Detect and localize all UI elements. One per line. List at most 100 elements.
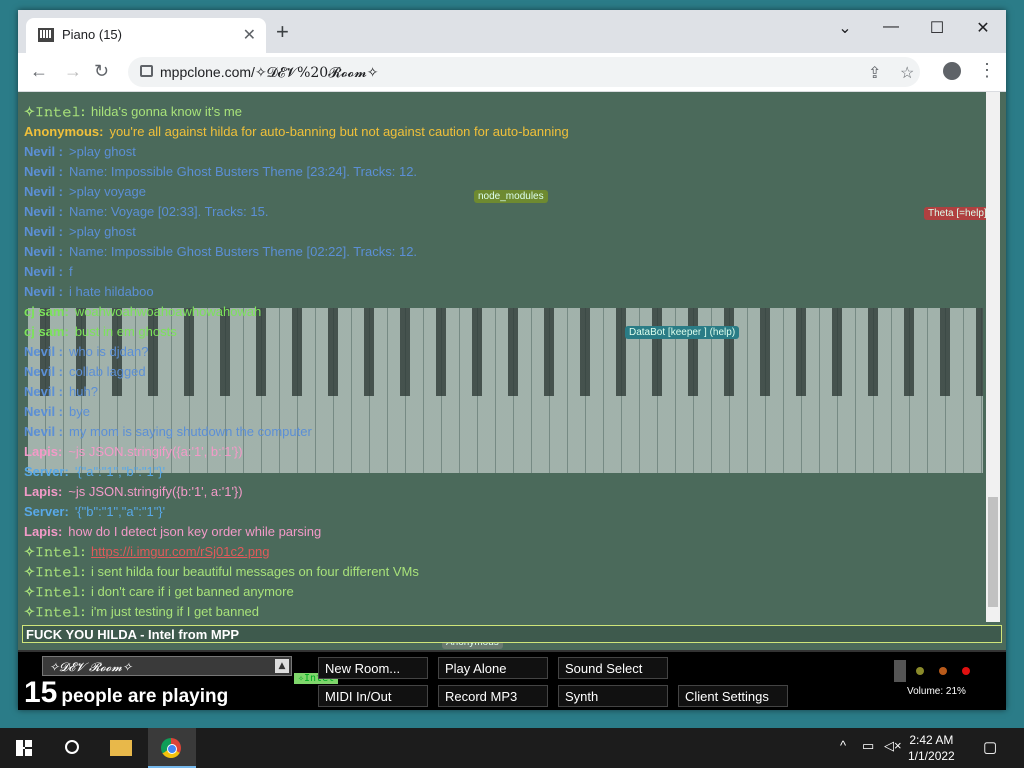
clock[interactable]: 2:42 AM 1/1/2022 [908,732,955,764]
chat-text: f [69,264,73,279]
client-settings-button[interactable]: Client Settings [678,685,788,707]
player-count: 15 people are playing [24,676,228,710]
windows-start-icon[interactable] [0,728,48,768]
search-icon[interactable] [48,728,96,768]
chat-message: ✧𝙸𝚗𝚝𝚎𝚕: i sent hilda four beautiful messa… [24,562,984,582]
new-room-button[interactable]: New Room... [318,657,428,679]
browser-toolbar: ← → ↻ mppclone.com/✧𝓓𝓔𝓥%20𝓡𝓸𝓸𝓶✧ ⇪ ☆ ⋮ [18,53,1006,92]
chat-username[interactable]: ✧𝙸𝚗𝚝𝚎𝚕: [24,564,85,579]
chat-text: collab lagged [69,364,146,379]
browser-tab[interactable]: Piano (15) ✕ [26,18,266,53]
file-explorer-icon[interactable] [98,728,146,768]
room-name: ✧𝓓𝓔𝓥 𝓡𝓸𝓸𝓶✧ [49,660,133,674]
reload-icon[interactable]: ↻ [94,61,109,82]
sound-select-button[interactable]: Sound Select [558,657,668,679]
dropdown-arrow-icon[interactable]: ▲ [275,659,289,673]
record-mp3-button[interactable]: Record MP3 [438,685,548,707]
chat-username[interactable]: Server: [24,464,69,479]
chat-username[interactable]: ✧𝙸𝚗𝚝𝚎𝚕: [24,104,85,119]
chat-username[interactable]: ✧𝙸𝚗𝚝𝚎𝚕: [24,544,85,559]
chat-username[interactable]: Nevil : [24,164,63,179]
chat-username[interactable]: cj sam: [24,324,69,339]
tab-search-icon[interactable]: ⌄ [830,18,860,38]
chat-username[interactable]: ✧𝙸𝚗𝚝𝚎𝚕: [24,604,85,619]
chat-username[interactable]: Lapis: [24,524,62,539]
chat-username[interactable]: Nevil : [24,224,63,239]
menu-kebab-icon[interactable]: ⋮ [978,60,996,81]
chat-username[interactable]: Anonymous: [24,124,103,139]
lock-icon [140,65,153,77]
volume-muted-icon[interactable]: ◁× [884,738,902,754]
close-tab-icon[interactable]: ✕ [243,25,256,45]
piano-page: DataBot [keeper ] (help) node_modules An… [18,92,1006,710]
chat-text: my mom is saying shutdown the computer [69,424,312,439]
close-window-button[interactable]: ✕ [968,18,998,38]
chat-username[interactable]: Nevil : [24,384,63,399]
chat-link[interactable]: https://i.imgur.com/rSj01c2.png [91,544,269,559]
notifications-icon[interactable]: ▢ [983,738,997,756]
network-icon[interactable]: ▭ [862,738,874,754]
tray-chevron-icon[interactable]: ^ [840,738,846,753]
status-led [939,667,947,675]
player-count-number: 15 [24,676,58,709]
chat-username[interactable]: Nevil : [24,244,63,259]
chat-username[interactable]: Nevil : [24,424,63,439]
chat-username[interactable]: cj sam: [24,304,69,319]
chat-text: you're all against hilda for auto-bannin… [109,124,569,139]
control-bar: ✧𝓓𝓔𝓥 𝓡𝓸𝓸𝓶✧ ▲ 15 people are playing ✧𝙸𝚗𝚝𝚎𝚕… [18,650,1006,710]
chat-username[interactable]: Nevil : [24,144,63,159]
share-icon[interactable]: ⇪ [868,63,881,83]
profile-icon[interactable] [943,62,961,80]
chat-text: i don't care if i get banned anymore [91,584,294,599]
back-icon[interactable]: ← [30,61,48,82]
chat-username[interactable]: Nevil : [24,264,63,279]
forward-icon[interactable]: → [64,61,82,82]
chat-message: Nevil : >play ghost [24,142,984,162]
synth-button[interactable]: Synth [558,685,668,707]
url-text: mppclone.com/✧𝓓𝓔𝓥%20𝓡𝓸𝓸𝓶✧ [160,64,379,81]
chat-text: ~js JSON.stringify({a:'1', b:'1'}) [68,444,243,459]
midi-button[interactable]: MIDI In/Out [318,685,428,707]
minimize-button[interactable]: — [876,18,906,36]
chat-text: who is djdan? [69,344,149,359]
volume-knob[interactable] [894,660,906,682]
chrome-icon[interactable] [148,728,196,768]
date: 1/1/2022 [908,749,955,763]
chat-username[interactable]: Nevil : [24,284,63,299]
volume-label: Volume: 21% [907,686,966,697]
chat-text: how do I detect json key order while par… [68,524,322,539]
chat-message: ✧𝙸𝚗𝚝𝚎𝚕: i don't care if i get banned anym… [24,582,984,602]
chat-username[interactable]: Nevil : [24,344,63,359]
chat-text: huh? [69,384,98,399]
chat-text: hilda's gonna know it's me [91,104,242,119]
maximize-button[interactable]: ☐ [922,18,952,38]
room-select[interactable]: ✧𝓓𝓔𝓥 𝓡𝓸𝓸𝓶✧ ▲ [42,656,292,676]
chat-message: Server: '{"b":"1","a":"1"}' [24,502,984,522]
chat-username[interactable]: Nevil : [24,404,63,419]
chat-scrollbar-thumb[interactable] [988,497,998,607]
chat-input[interactable]: FUCK YOU HILDA - Intel from MPP [22,625,1002,643]
chat-message: Nevil : my mom is saying shutdown the com… [24,422,984,442]
chat-text: bye [69,404,90,419]
chat-text: '{"b":"1","a":"1"}' [74,504,166,519]
chat-message: cj sam: bust in em ghosts [24,322,984,342]
chat-username[interactable]: ✧𝙸𝚗𝚝𝚎𝚕: [24,584,85,599]
chat-username[interactable]: Nevil : [24,184,63,199]
status-led [916,667,924,675]
new-tab-button[interactable]: + [276,21,289,43]
chat-message: Nevil : bye [24,402,984,422]
play-alone-button[interactable]: Play Alone [438,657,548,679]
address-bar[interactable]: mppclone.com/✧𝓓𝓔𝓥%20𝓡𝓸𝓸𝓶✧ ⇪ ☆ [128,57,920,87]
chat-username[interactable]: Lapis: [24,484,62,499]
chat-message: Nevil : f [24,262,984,282]
bookmark-star-icon[interactable]: ☆ [900,63,914,83]
chat-username[interactable]: Server: [24,504,69,519]
chat-text: i'm just testing if I get banned [91,604,260,619]
chat-username[interactable]: Nevil : [24,204,63,219]
chat-username[interactable]: Lapis: [24,444,62,459]
tab-title: Piano (15) [62,27,122,42]
chat-message: Nevil : Name: Voyage [02:33]. Tracks: 15. [24,202,984,222]
chat-username[interactable]: Nevil : [24,364,63,379]
chat-message: Nevil : Name: Impossible Ghost Busters Th… [24,162,984,182]
chat-text: '{"a":"1","b":"1"}' [74,464,166,479]
